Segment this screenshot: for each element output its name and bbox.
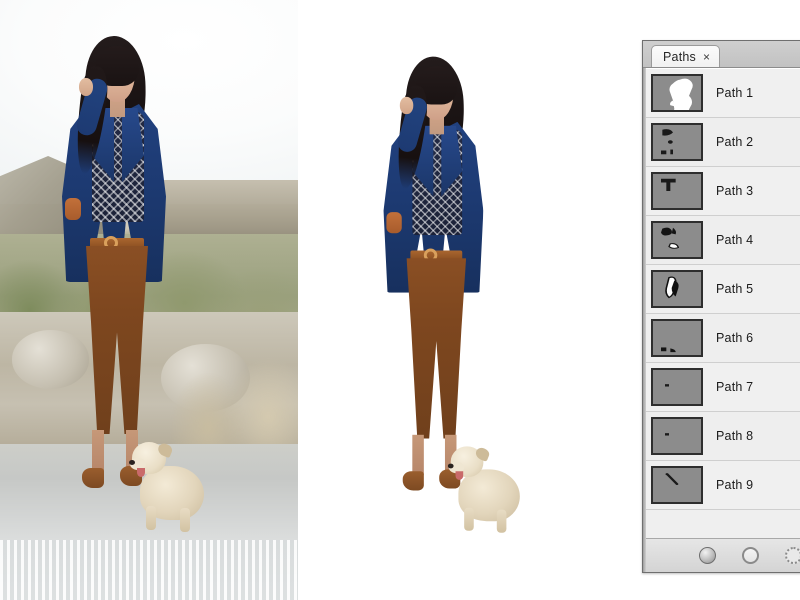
elbow-patch xyxy=(386,212,402,234)
path-thumbnail-shoe-and-specks[interactable] xyxy=(651,123,703,161)
leg-left xyxy=(92,430,104,472)
path-row-label: Path 1 xyxy=(716,86,754,100)
path-row-label: Path 4 xyxy=(716,233,754,247)
path-row[interactable]: Path 4 xyxy=(646,216,800,265)
path-row[interactable]: Path 2 xyxy=(646,118,800,167)
path-row-label: Path 2 xyxy=(716,135,754,149)
paths-list[interactable]: Path 1 Path 2 Path 3 Path 4 Path 5 Path 6 Path… xyxy=(646,68,800,538)
close-icon[interactable]: × xyxy=(703,51,710,63)
path-row-label: Path 7 xyxy=(716,380,754,394)
load-path-as-selection-icon[interactable] xyxy=(785,547,800,564)
path-thumbnail-legs-pair[interactable] xyxy=(651,270,703,308)
path-row-label: Path 8 xyxy=(716,429,754,443)
path-row-label: Path 5 xyxy=(716,282,754,296)
dog-hindleg xyxy=(180,508,190,532)
path-row[interactable]: Path 7 xyxy=(646,363,800,412)
path-thumbnail-thin-diagonal-stroke[interactable] xyxy=(651,466,703,504)
path-row[interactable]: Path 9 xyxy=(646,461,800,510)
brown-trousers xyxy=(86,246,148,434)
path-thumbnail-two-shoes[interactable] xyxy=(651,221,703,259)
path-row[interactable]: Path 5 xyxy=(646,265,800,314)
dog-foreleg xyxy=(464,507,474,531)
raised-hand xyxy=(79,78,93,96)
path-thumbnail-figure-full-silhouette[interactable] xyxy=(651,74,703,112)
path-thumbnail-two-dots-lower-left[interactable] xyxy=(651,319,703,357)
fill-path-with-foreground-color-icon[interactable] xyxy=(699,547,716,564)
tab-paths[interactable]: Paths × xyxy=(651,45,720,67)
path-thumbnail-single-small-dot[interactable] xyxy=(651,417,703,455)
tab-paths-label: Paths xyxy=(663,49,696,64)
dog-tongue xyxy=(137,468,145,477)
original-photo xyxy=(0,0,298,600)
path-row-label: Path 6 xyxy=(716,331,754,345)
shoe-left xyxy=(402,471,424,491)
path-row-label: Path 3 xyxy=(716,184,754,198)
raised-hand xyxy=(399,96,414,115)
dog-foreleg xyxy=(146,506,156,530)
path-row-label: Path 9 xyxy=(716,478,754,492)
leg-left xyxy=(412,434,424,476)
path-row[interactable]: Path 8 xyxy=(646,412,800,461)
model-and-dog-figure-cutout xyxy=(324,22,630,598)
stroke-path-with-brush-icon[interactable] xyxy=(742,547,759,564)
paths-panel: Paths × Path 1 Path 2 Path 3 Path 4 Path 5 Pa… xyxy=(642,40,800,573)
paths-panel-footer xyxy=(646,538,800,572)
cutout-photo xyxy=(300,0,630,600)
screenshot-stage: Paths × Path 1 Path 2 Path 3 Path 4 Path 5 Pa… xyxy=(0,0,800,600)
elbow-patch xyxy=(65,198,81,220)
path-row[interactable]: Path 1 xyxy=(646,69,800,118)
dog-tongue xyxy=(455,471,464,480)
dog-hindleg xyxy=(496,509,507,533)
path-row[interactable]: Path 3 xyxy=(646,167,800,216)
path-thumbnail-single-small-dot[interactable] xyxy=(651,368,703,406)
dog-nose xyxy=(447,463,454,469)
panel-tab-bar: Paths × xyxy=(643,41,800,68)
brown-trousers xyxy=(406,258,467,439)
shoe-left xyxy=(82,468,104,488)
path-row[interactable]: Path 6 xyxy=(646,314,800,363)
model-and-dog-figure xyxy=(0,0,298,600)
dog-nose xyxy=(129,460,135,465)
path-thumbnail-small-t-shape[interactable] xyxy=(651,172,703,210)
